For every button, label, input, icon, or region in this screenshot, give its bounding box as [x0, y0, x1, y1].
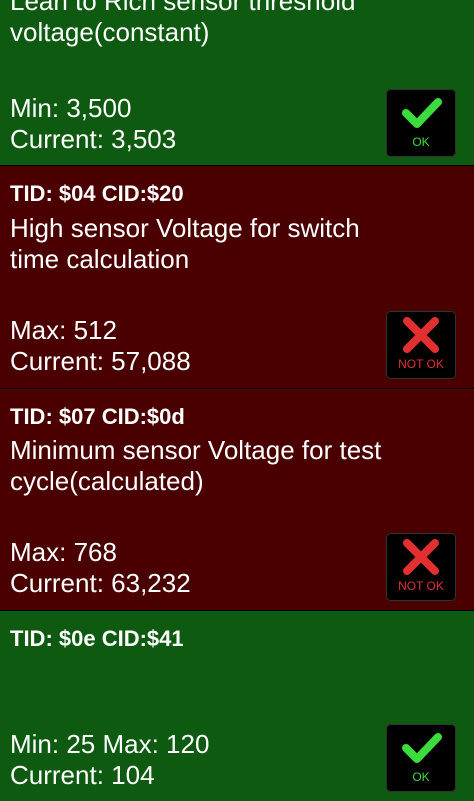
test-result-card[interactable]: TID: $04 CID:$20 High sensor Voltage for… — [0, 166, 474, 388]
test-results-list: Lean to Rich sensor threshold voltage(co… — [0, 0, 474, 801]
badge-label: NOT OK — [398, 357, 444, 371]
test-current-value: Current: 3,503 — [10, 124, 177, 154]
test-id: TID: $07 CID:$0d — [10, 404, 185, 429]
not-ok-badge: NOT OK — [386, 533, 456, 601]
test-id: TID: $04 CID:$20 — [10, 181, 184, 206]
test-description: Lean to Rich sensor threshold voltage(co… — [10, 0, 356, 47]
badge-label: OK — [412, 135, 430, 149]
test-id: TID: $0e CID:$41 — [10, 626, 184, 651]
test-current-value: Current: 63,232 — [10, 568, 191, 598]
test-current-value: Current: 104 — [10, 760, 155, 790]
x-mark-icon — [403, 539, 439, 575]
ok-badge: OK — [386, 724, 456, 792]
test-limits: Min: 3,500 — [10, 93, 132, 123]
x-mark-icon — [403, 317, 439, 353]
test-current-value: Current: 57,088 — [10, 346, 191, 376]
badge-label: NOT OK — [398, 579, 444, 593]
ok-badge: OK — [386, 89, 456, 157]
test-description: Minimum sensor Voltage for test cycle(ca… — [10, 435, 382, 496]
checkmark-icon — [402, 733, 442, 763]
test-result-card[interactable]: TID: $07 CID:$0d Minimum sensor Voltage … — [0, 389, 474, 610]
test-limits: Min: 25 Max: 120 — [10, 729, 210, 759]
not-ok-badge: NOT OK — [386, 311, 456, 379]
badge-label: OK — [412, 770, 430, 784]
test-limits: Max: 512 — [10, 315, 117, 345]
test-result-card[interactable]: TID: $0e CID:$41 Min: 25 Max: 120 Curren… — [0, 611, 474, 801]
test-limits: Max: 768 — [10, 537, 117, 567]
test-result-card[interactable]: Lean to Rich sensor threshold voltage(co… — [0, 0, 474, 165]
checkmark-icon — [402, 98, 442, 128]
test-description: High sensor Voltage for switch time calc… — [10, 213, 360, 274]
